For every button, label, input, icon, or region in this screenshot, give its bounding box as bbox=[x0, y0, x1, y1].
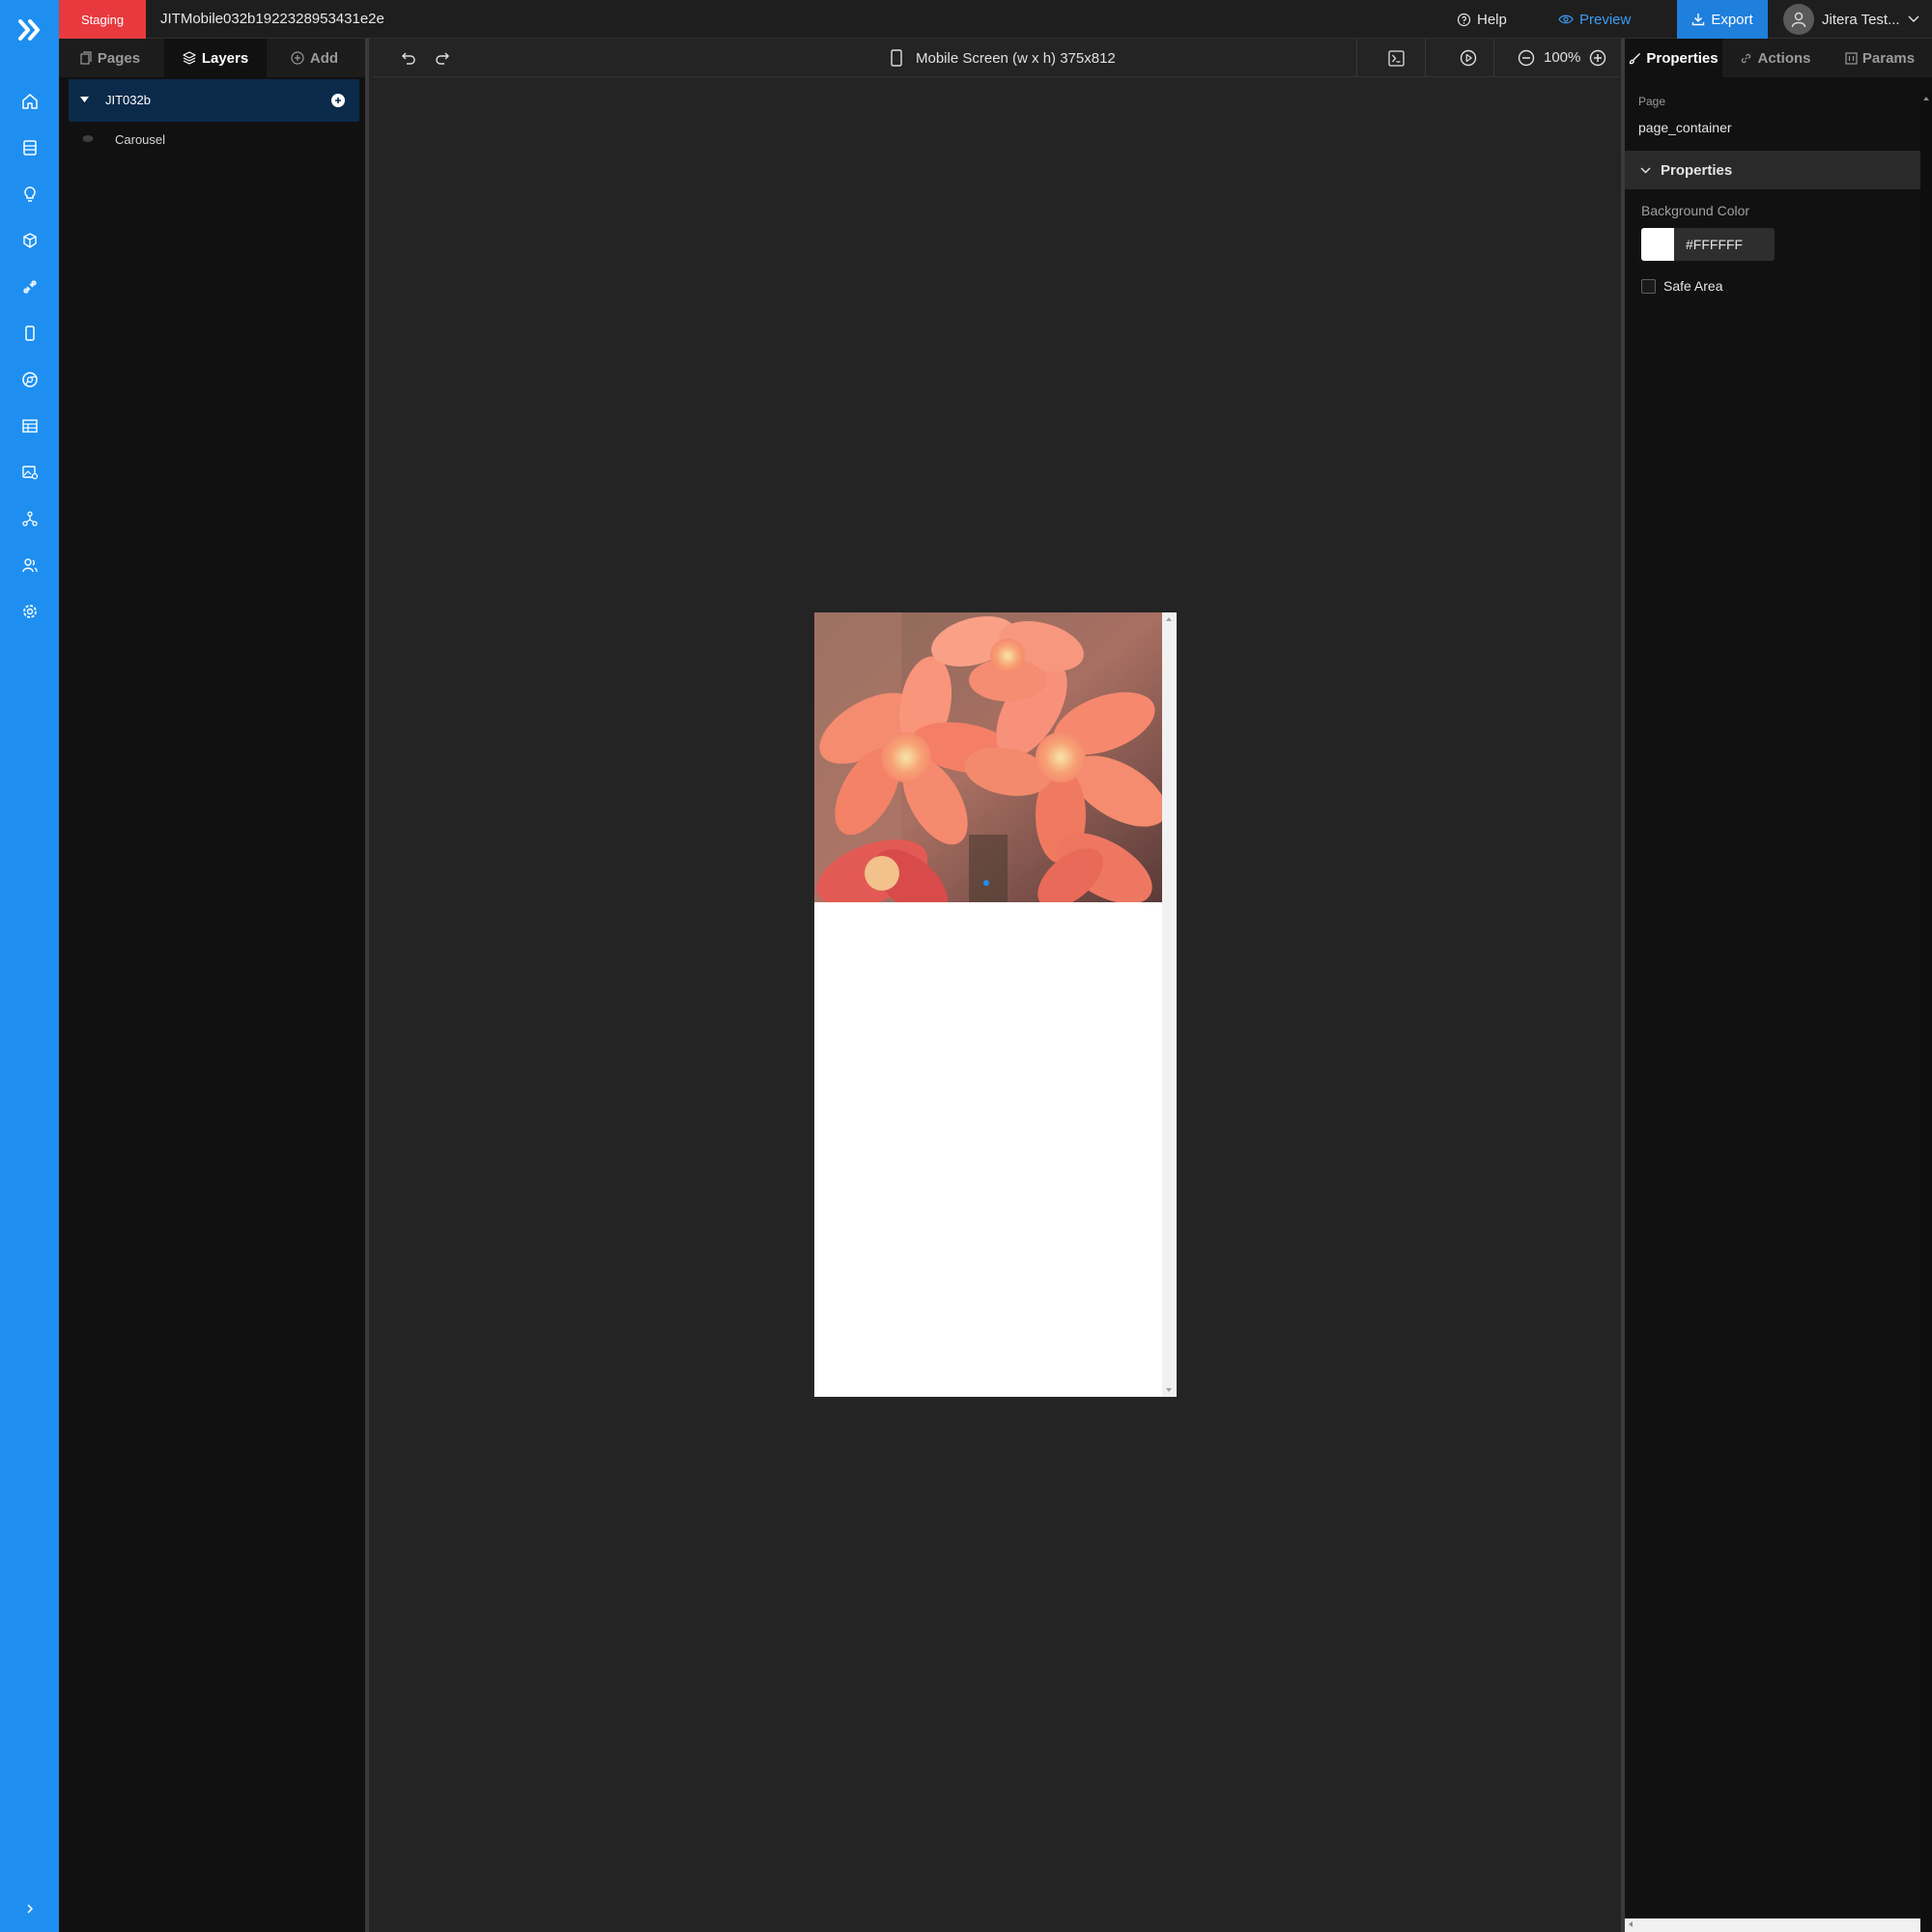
tab-add[interactable]: Add bbox=[264, 39, 365, 77]
screen-size-selector[interactable]: Mobile Screen (w x h) 375x812 bbox=[891, 39, 1116, 77]
layers-icon bbox=[183, 51, 196, 65]
params-icon bbox=[1845, 51, 1858, 65]
tab-actions[interactable]: Actions bbox=[1724, 39, 1827, 77]
chrome-icon[interactable] bbox=[0, 360, 59, 399]
preview-label: Preview bbox=[1579, 11, 1632, 28]
api-icon[interactable] bbox=[0, 268, 59, 306]
mobile-screen-frame[interactable] bbox=[814, 612, 1177, 1397]
user-name: Jitera Test... bbox=[1822, 11, 1900, 28]
link-icon bbox=[1742, 53, 1751, 63]
tab-properties-label: Properties bbox=[1646, 49, 1719, 67]
chevron-down-icon bbox=[1640, 167, 1651, 173]
visibility-icon[interactable] bbox=[82, 134, 94, 143]
expand-chevron-icon[interactable] bbox=[0, 1889, 59, 1928]
table-icon[interactable] bbox=[0, 407, 59, 445]
safe-area-label: Safe Area bbox=[1663, 278, 1723, 294]
brush-icon bbox=[1630, 52, 1641, 64]
tab-properties[interactable]: Properties bbox=[1625, 39, 1722, 77]
preview-button[interactable]: Preview bbox=[1558, 0, 1631, 39]
scroll-up-arrow[interactable] bbox=[1166, 617, 1172, 621]
hierarchy-icon[interactable] bbox=[0, 499, 59, 538]
avatar bbox=[1783, 4, 1814, 35]
tab-pages-label: Pages bbox=[97, 49, 141, 67]
user-menu[interactable]: Jitera Test... bbox=[1783, 0, 1919, 39]
add-layer-icon[interactable] bbox=[331, 94, 345, 107]
panel-horizontal-scrollbar[interactable] bbox=[1625, 1918, 1920, 1932]
code-console-icon[interactable] bbox=[1385, 39, 1406, 77]
tab-add-label: Add bbox=[309, 49, 339, 67]
background-color-label: Background Color bbox=[1641, 203, 1750, 218]
screen-size-label: Mobile Screen (w x h) 375x812 bbox=[916, 49, 1116, 67]
project-title: JITMobile032b1922328953431e2e bbox=[160, 11, 384, 27]
canvas-toolbar: Mobile Screen (w x h) 375x812 100% bbox=[373, 39, 1619, 77]
safe-area-toggle[interactable]: Safe Area bbox=[1641, 278, 1723, 294]
chevron-down-icon bbox=[1908, 15, 1919, 22]
redo-icon[interactable] bbox=[432, 39, 453, 77]
play-icon[interactable] bbox=[1458, 39, 1479, 77]
pages-icon bbox=[80, 51, 92, 65]
tab-params[interactable]: Params bbox=[1828, 39, 1932, 77]
panel-vertical-scrollbar[interactable] bbox=[1920, 91, 1932, 1932]
frame-scrollbar[interactable] bbox=[1162, 612, 1177, 1397]
mobile-icon bbox=[891, 49, 902, 67]
top-bar: Staging JITMobile032b1922328953431e2e He… bbox=[59, 0, 1932, 39]
scroll-down-arrow[interactable] bbox=[1166, 1388, 1172, 1392]
page-name: page_container bbox=[1638, 120, 1732, 135]
properties-panel: Properties Actions Params Page page_cont… bbox=[1621, 39, 1932, 1932]
cube-icon[interactable] bbox=[0, 221, 59, 260]
tab-params-label: Params bbox=[1861, 49, 1916, 67]
home-icon[interactable] bbox=[0, 82, 59, 121]
users-icon[interactable] bbox=[0, 546, 59, 584]
help-icon bbox=[1457, 13, 1471, 26]
layer-name: JIT032b bbox=[105, 93, 151, 107]
environment-badge[interactable]: Staging bbox=[59, 0, 146, 39]
caret-down-icon[interactable] bbox=[80, 97, 89, 102]
zoom-level: 100% bbox=[1544, 49, 1581, 66]
settings-icon[interactable] bbox=[0, 592, 59, 631]
toolbar-divider bbox=[1356, 39, 1357, 77]
color-swatch[interactable] bbox=[1641, 228, 1674, 261]
undo-icon[interactable] bbox=[398, 39, 419, 77]
layer-name: Carousel bbox=[115, 132, 166, 147]
lightbulb-icon[interactable] bbox=[0, 175, 59, 213]
tab-layers[interactable]: Layers bbox=[164, 39, 267, 77]
layer-item-carousel[interactable]: Carousel bbox=[82, 126, 359, 155]
background-color-value[interactable]: #FFFFFF bbox=[1686, 228, 1743, 261]
layer-item-root[interactable]: JIT032b bbox=[69, 79, 359, 122]
mobile-icon[interactable] bbox=[0, 314, 59, 353]
safe-area-checkbox[interactable] bbox=[1641, 278, 1656, 294]
export-button[interactable]: Export bbox=[1677, 0, 1768, 39]
properties-section-header[interactable]: Properties bbox=[1625, 151, 1920, 189]
carousel-indicator-dot[interactable] bbox=[983, 880, 989, 886]
eye-icon bbox=[1558, 14, 1574, 24]
layers-panel: Pages Layers Add JIT032b Carousel bbox=[59, 39, 369, 1932]
image-icon[interactable] bbox=[0, 453, 59, 492]
export-label: Export bbox=[1711, 11, 1753, 28]
page-label: Page bbox=[1638, 95, 1666, 108]
scroll-up-arrow[interactable] bbox=[1923, 97, 1929, 100]
toolbar-divider bbox=[1493, 39, 1494, 77]
right-panel-tabs: Properties Actions Params bbox=[1625, 39, 1932, 77]
left-rail bbox=[0, 0, 59, 1932]
logo-icon[interactable] bbox=[0, 8, 59, 52]
database-icon[interactable] bbox=[0, 128, 59, 167]
tab-actions-label: Actions bbox=[1757, 49, 1811, 67]
carousel-image[interactable] bbox=[814, 612, 1162, 902]
download-icon bbox=[1692, 14, 1705, 26]
design-canvas[interactable] bbox=[373, 78, 1619, 1932]
zoom-in-icon[interactable] bbox=[1587, 39, 1608, 77]
toolbar-divider bbox=[1425, 39, 1426, 77]
help-button[interactable]: Help bbox=[1457, 0, 1507, 39]
left-panel-tabs: Pages Layers Add bbox=[59, 39, 365, 77]
add-circle-icon bbox=[291, 51, 304, 65]
section-title: Properties bbox=[1661, 161, 1733, 179]
scroll-left-arrow[interactable] bbox=[1629, 1921, 1633, 1927]
tab-pages[interactable]: Pages bbox=[59, 39, 161, 77]
background-color-field[interactable]: #FFFFFF bbox=[1641, 228, 1775, 261]
user-icon bbox=[1791, 12, 1806, 28]
tab-layers-label: Layers bbox=[201, 49, 249, 67]
zoom-out-icon[interactable] bbox=[1516, 39, 1537, 77]
help-label: Help bbox=[1477, 11, 1507, 28]
